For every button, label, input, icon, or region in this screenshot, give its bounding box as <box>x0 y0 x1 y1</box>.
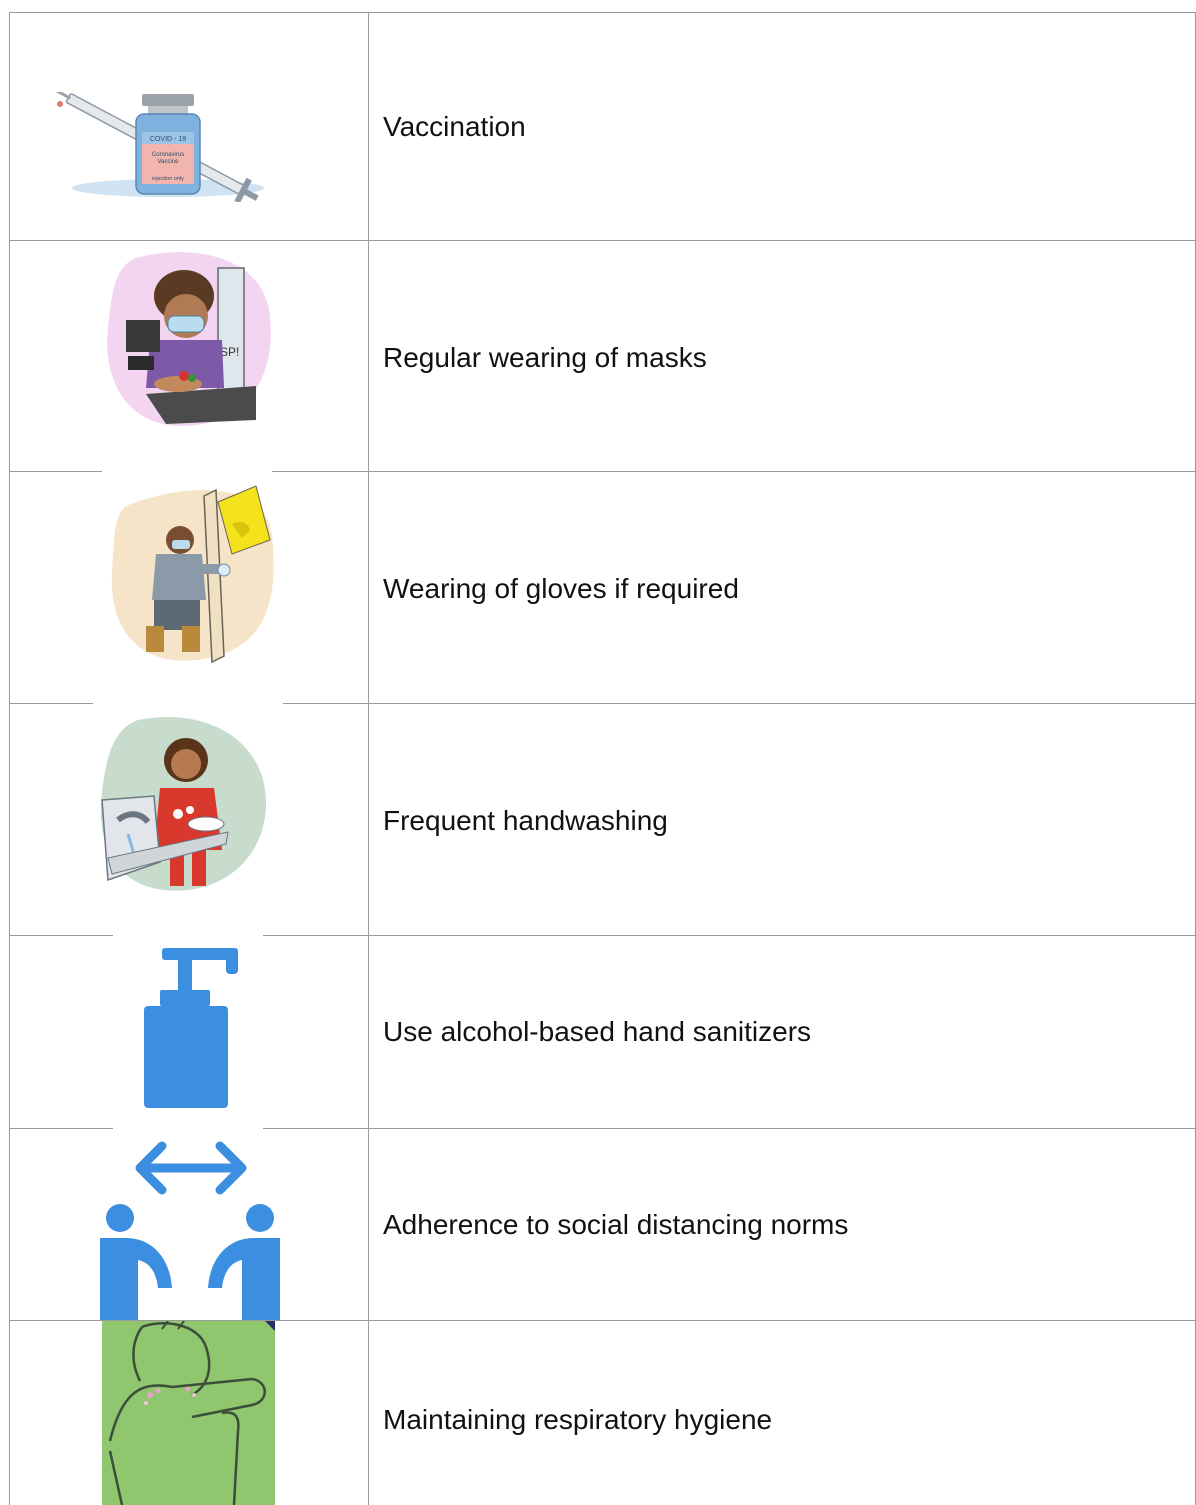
vial-label-line2: Coronavirus <box>152 152 184 158</box>
vial-label-line1: COVID - 19 <box>150 136 186 143</box>
column-divider <box>368 12 369 1505</box>
handwashing-girl-icon <box>98 712 270 894</box>
table-border-top <box>9 12 1196 13</box>
measure-label-distancing: Adherence to social distancing norms <box>383 1209 849 1240</box>
sanitizer-bottle-icon <box>142 948 242 1108</box>
row-divider <box>9 240 1196 241</box>
cough-into-elbow-icon <box>102 1321 275 1505</box>
vaccine-vial-syringe-icon: COVID - 19 Coronavirus Vaccine injection… <box>56 92 271 202</box>
measure-label-handwashing: Frequent handwashing <box>383 805 668 836</box>
measure-label-vaccination: Vaccination <box>383 111 526 142</box>
measure-label-sanitizer: Use alcohol-based hand sanitizers <box>383 1016 812 1047</box>
measure-label-gloves: Wearing of gloves if required <box>383 573 739 604</box>
measure-label-respiratory: Maintaining respiratory hygiene <box>383 1404 773 1435</box>
measure-label-masks: Regular wearing of masks <box>383 342 707 373</box>
gloved-worker-icon <box>106 476 276 666</box>
social-distancing-icon <box>100 1136 280 1320</box>
masked-cashier-icon: SP! <box>106 248 276 430</box>
table-border-left <box>9 12 10 1505</box>
vial-label-line4: injection only <box>152 176 184 182</box>
shield-sign-text: SP! <box>220 345 239 359</box>
vial-label-line3: Vaccine <box>158 159 180 165</box>
